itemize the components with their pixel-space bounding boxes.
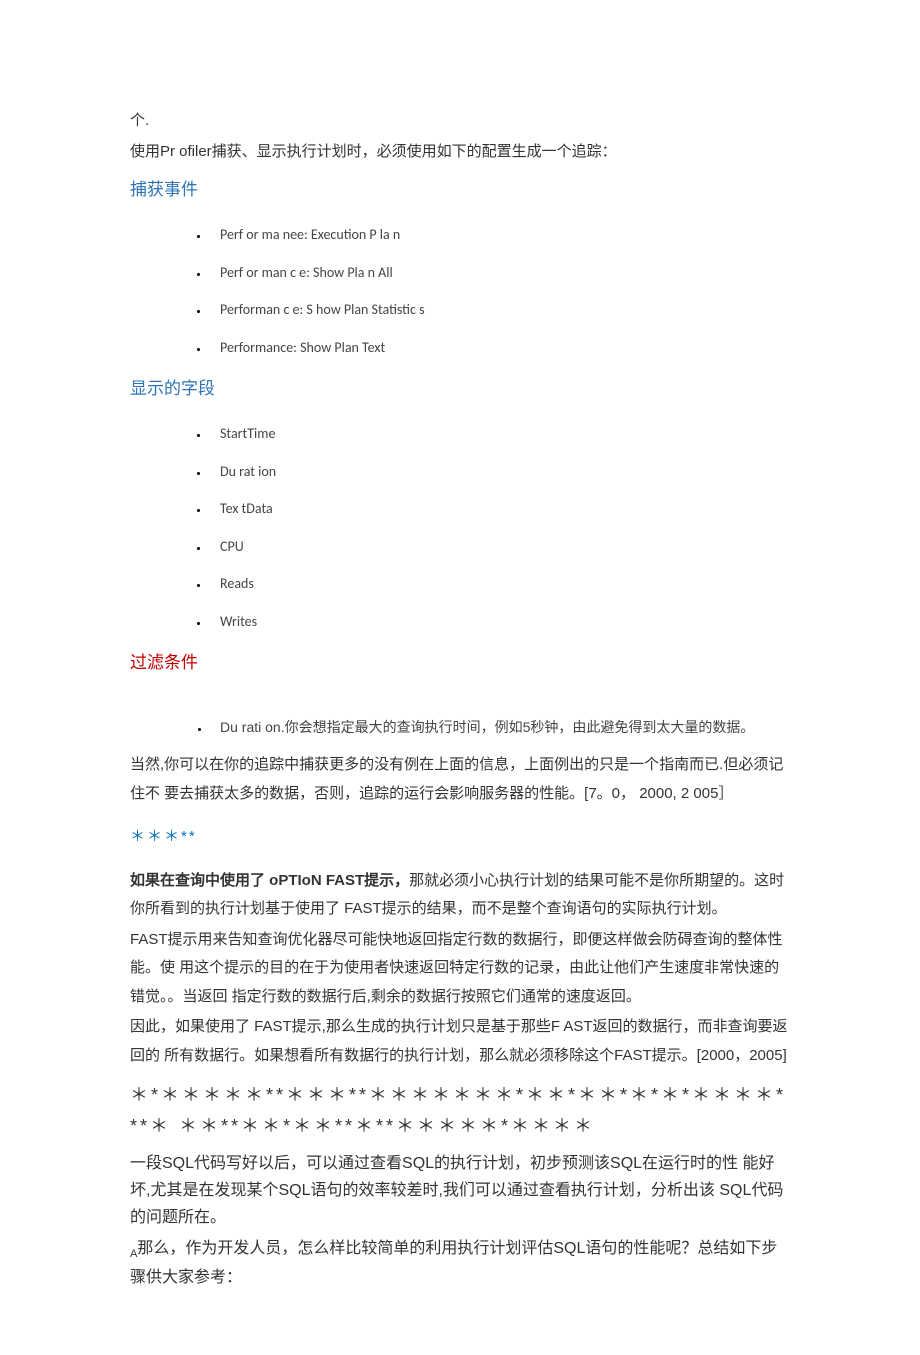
list-item: Du rat ion [210,459,790,486]
heading-capture-events: 捕获事件 [130,174,790,206]
intro-profiler: 使用Pr ofiler捕获、显示执行计划时，必须使用如下的配置生成一个追踪： [130,138,790,167]
filter-conditions-list: Du rati on.你会想指定最大的查询执行时间，例如5秒钟，由此避免得到太大… [130,714,790,741]
list-item: Tex tData [210,496,790,523]
list-item: StartTime [210,421,790,448]
fast-hint-explain: FAST提示用来告知查询优化器尽可能快地返回指定行数的数据行，即便这样做会防碍查… [130,926,790,1012]
option-fast-warning: 如果在查询中使用了 oPTIoN FAST提示，那就必须小心执行计划的结果可能不… [130,867,790,924]
list-item: CPU [210,534,790,561]
list-item: Perf or ma nee: Execution P la n [210,222,790,249]
list-item: Performance: Show Plan Text [210,335,790,362]
list-item: Perf or man c e: Show Pla n All [210,260,790,287]
option-fast-bold: 如果在查询中使用了 oPTIoN FAST提示， [130,872,409,889]
list-item: Performan c e: S how Plan Statistic s [210,297,790,324]
document-page: 个. 使用Pr ofiler捕获、显示执行计划时，必须使用如下的配置生成一个追踪… [0,0,920,1355]
heading-filter-conditions: 过滤条件 [130,647,790,679]
list-item: Du rati on.你会想指定最大的查询执行时间，例如5秒钟，由此避免得到太大… [210,714,790,741]
capture-events-list: Perf or ma nee: Execution P la n Perf or… [130,222,790,361]
list-item: Reads [210,571,790,598]
spacer [130,685,790,703]
asterisk-separator-small: ＊＊＊** [130,823,790,852]
trace-note: 当然,你可以在你的追踪中捕获更多的没有例在上面的信息，上面例出的只是一个指南而已… [130,751,790,808]
closing-paragraph-2: A那么，作为开发人员，怎么样比较简单的利用执行计划评估SQL语句的性能呢？总结如… [130,1235,790,1291]
fast-hint-conclusion: 因此，如果使用了 FAST提示,那么生成的执行计划只是基于那些F AST返回的数… [130,1013,790,1070]
closing-text: 那么，作为开发人员，怎么样比较简单的利用执行计划评估SQL语句的性能呢？总结如下… [130,1240,777,1286]
closing-paragraph-1: 一段SQL代码写好以后，可以通过查看SQL的执行计划，初步预测该SQL在运行时的… [130,1150,790,1232]
asterisk-separator-large: ＊*＊＊＊＊＊**＊＊＊**＊＊＊＊＊＊＊*＊＊*＊＊*＊*＊*＊＊＊＊***＊… [130,1080,790,1141]
display-fields-list: StartTime Du rat ion Tex tData CPU Reads… [130,421,790,636]
intro-fragment: 个. [130,107,790,136]
heading-display-fields: 显示的字段 [130,373,790,405]
list-item: Writes [210,609,790,636]
